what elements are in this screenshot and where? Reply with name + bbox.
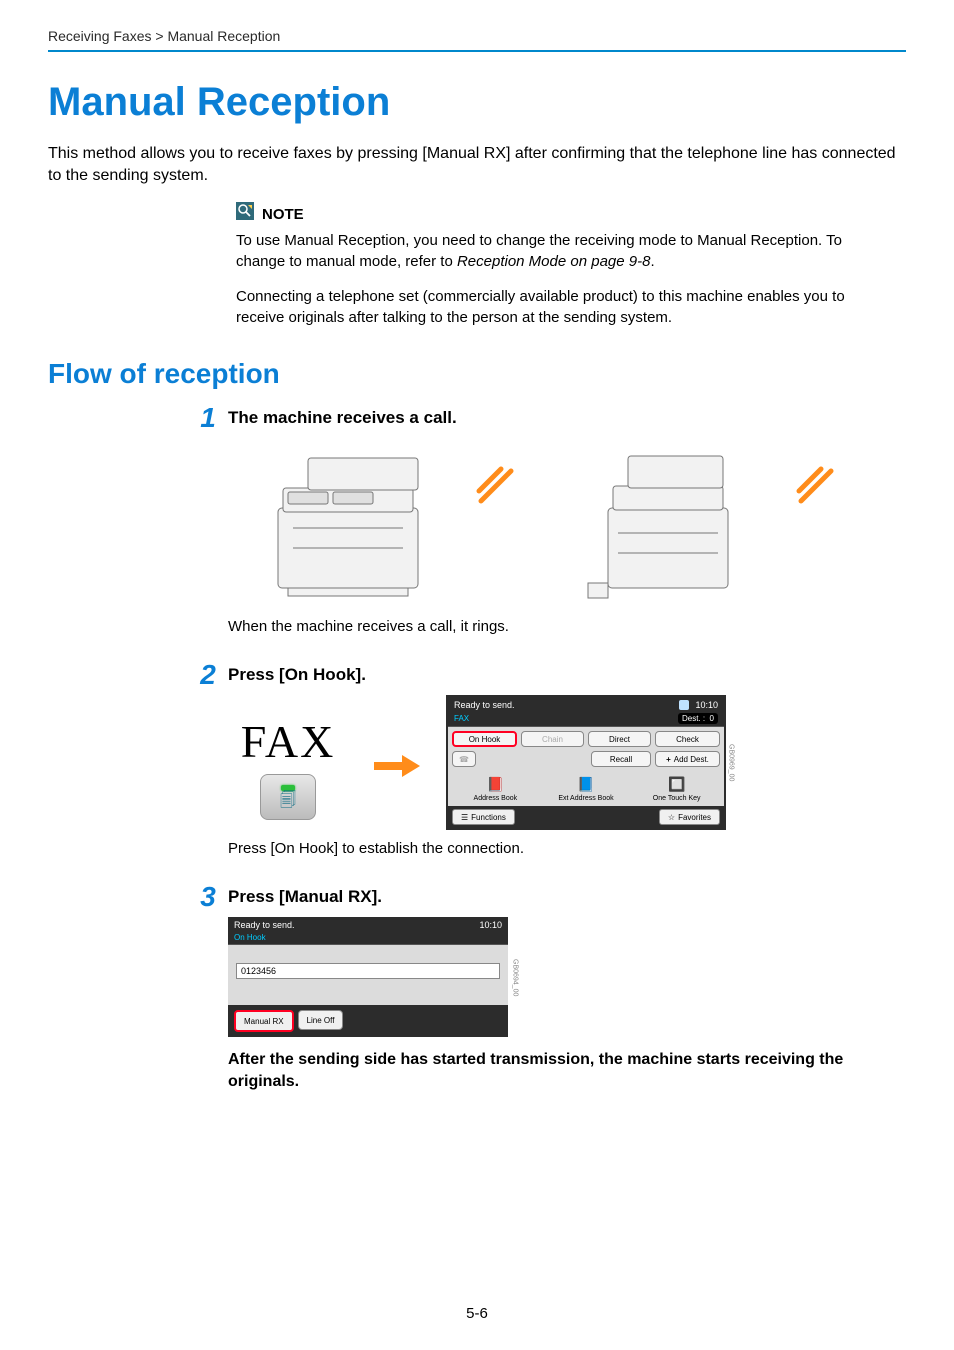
tab-address-book[interactable]: 📕 Address Book (452, 773, 539, 802)
add-dest-button[interactable]: Add Dest. (655, 751, 720, 767)
note-box: NOTE To use Manual Reception, you need t… (236, 202, 858, 328)
lcd3-status-text: Ready to send. (234, 920, 295, 930)
line-off-button[interactable]: Line Off (298, 1010, 344, 1030)
star-icon: ☆ (668, 813, 675, 822)
step-3-number: 3 (188, 881, 228, 913)
step-2: 2 Press [On Hook]. FAX 🗐 Ready to send. (228, 665, 858, 857)
tab-address-book-label: Address Book (452, 795, 539, 802)
one-touch-icon: 🔲 (633, 773, 720, 795)
check-button[interactable]: Check (655, 731, 720, 747)
note-p1-b: . (650, 253, 654, 270)
phone-icon-button[interactable]: ☎ (452, 751, 476, 767)
tab-one-touch-key[interactable]: 🔲 One Touch Key (633, 773, 720, 802)
step-2-title: Press [On Hook]. (228, 665, 858, 685)
favorites-button[interactable]: ☆ Favorites (659, 809, 720, 825)
fax-key-icon: 🗐 (280, 793, 296, 809)
fax-hardware-key[interactable]: 🗐 (260, 774, 316, 820)
fax-key-led (281, 785, 295, 791)
breadcrumb: Receiving Faxes > Manual Reception (48, 28, 906, 52)
section-flow-title: Flow of reception (48, 358, 906, 390)
lcd-panel-step-2: Ready to send. 10:10 FAX Dest. : 0 On (446, 695, 726, 830)
step-1-caption: When the machine receives a call, it rin… (228, 618, 858, 635)
lcd-dest-label: Dest. : (682, 714, 705, 723)
step-2-caption: Press [On Hook] to establish the connect… (228, 840, 858, 857)
machine-illustration-b (548, 438, 808, 608)
functions-label: Functions (471, 813, 506, 822)
step-3: 3 Press [Manual RX]. Ready to send. 10:1… (228, 887, 858, 1092)
chain-button[interactable]: Chain (521, 731, 584, 747)
copy-count-icon (679, 700, 689, 710)
direct-button[interactable]: Direct (588, 731, 651, 747)
page-number: 5-6 (0, 1305, 954, 1322)
note-paragraph-2: Connecting a telephone set (commercially… (236, 286, 858, 328)
panel3-side-code: GB0694_00 (510, 917, 520, 1037)
address-book-icon: 📕 (452, 773, 539, 795)
lcd-time: 10:10 (695, 700, 718, 710)
step-1: 1 The machine receives a call. (228, 408, 858, 635)
lcd-mode-label: FAX (454, 714, 469, 723)
ringing-icon (796, 466, 836, 506)
arrow-icon (372, 695, 422, 777)
lcd-status-text: Ready to send. (454, 700, 515, 710)
step-1-title: The machine receives a call. (228, 408, 858, 428)
panel-side-code: GB0969_00 (726, 697, 736, 828)
lcd3-time: 10:10 (479, 920, 502, 930)
note-reference-link[interactable]: Reception Mode on page 9-8 (457, 253, 650, 270)
note-label: NOTE (262, 204, 304, 225)
tab-ext-address-book[interactable]: 📘 Ext Address Book (543, 773, 630, 802)
step-1-number: 1 (188, 402, 228, 434)
favorites-label: Favorites (678, 813, 711, 822)
ringing-icon (476, 466, 516, 506)
step-2-number: 2 (188, 659, 228, 691)
lcd-dest-count: 0 (710, 714, 714, 723)
ext-address-book-icon: 📘 (543, 773, 630, 795)
note-paragraph-1: To use Manual Reception, you need to cha… (236, 230, 858, 272)
functions-button[interactable]: ☰ Functions (452, 809, 515, 825)
lcd-dest-pill: Dest. : 0 (678, 713, 718, 724)
machine-illustration-a (228, 438, 488, 608)
page-title: Manual Reception (48, 80, 906, 125)
note-icon (236, 202, 254, 226)
recall-button[interactable]: Recall (591, 751, 651, 767)
intro-paragraph: This method allows you to receive faxes … (48, 143, 906, 186)
manual-rx-button[interactable]: Manual RX (234, 1010, 294, 1032)
lcd3-number-field[interactable]: 0123456 (236, 963, 500, 979)
tab-one-touch-label: One Touch Key (633, 795, 720, 802)
on-hook-button[interactable]: On Hook (452, 731, 517, 747)
list-icon: ☰ (461, 813, 468, 822)
fax-label: FAX (241, 715, 336, 768)
lcd3-subline: On Hook (228, 933, 508, 945)
step-3-after: After the sending side has started trans… (228, 1049, 858, 1092)
tab-ext-label: Ext Address Book (543, 795, 630, 802)
fax-key-area: FAX 🗐 (228, 695, 348, 820)
step-3-title: Press [Manual RX]. (228, 887, 858, 907)
lcd-panel-step-3: Ready to send. 10:10 On Hook 0123456 Man… (228, 917, 508, 1037)
